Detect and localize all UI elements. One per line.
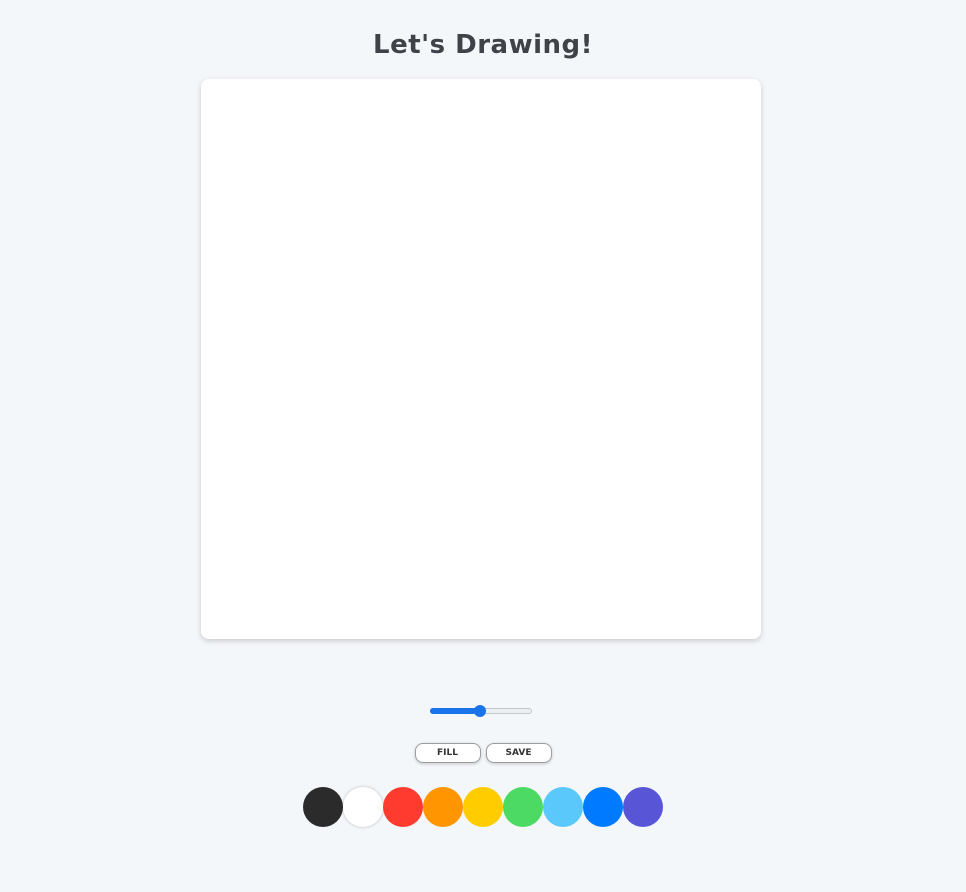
action-buttons: FILL SAVE (0, 743, 966, 763)
color-swatch-orange[interactable] (423, 787, 463, 827)
save-button[interactable]: SAVE (485, 743, 552, 763)
color-swatch-blue[interactable] (583, 787, 623, 827)
color-swatch-yellow[interactable] (463, 787, 503, 827)
drawing-app: Let's Drawing! FILL SAVE (0, 0, 966, 892)
color-swatch-black[interactable] (303, 787, 343, 827)
slider-thumb[interactable] (474, 705, 486, 717)
drawing-canvas[interactable] (201, 79, 761, 639)
fill-button[interactable]: FILL (414, 743, 481, 763)
color-swatch-purple[interactable] (623, 787, 663, 827)
brush-size-slider[interactable] (430, 703, 532, 719)
color-swatch-white[interactable] (343, 787, 383, 827)
page-title: Let's Drawing! (373, 30, 593, 60)
color-swatch-light-blue[interactable] (543, 787, 583, 827)
color-swatch-green[interactable] (503, 787, 543, 827)
slider-fill (430, 708, 480, 714)
color-swatch-red[interactable] (383, 787, 423, 827)
color-palette (0, 787, 966, 827)
